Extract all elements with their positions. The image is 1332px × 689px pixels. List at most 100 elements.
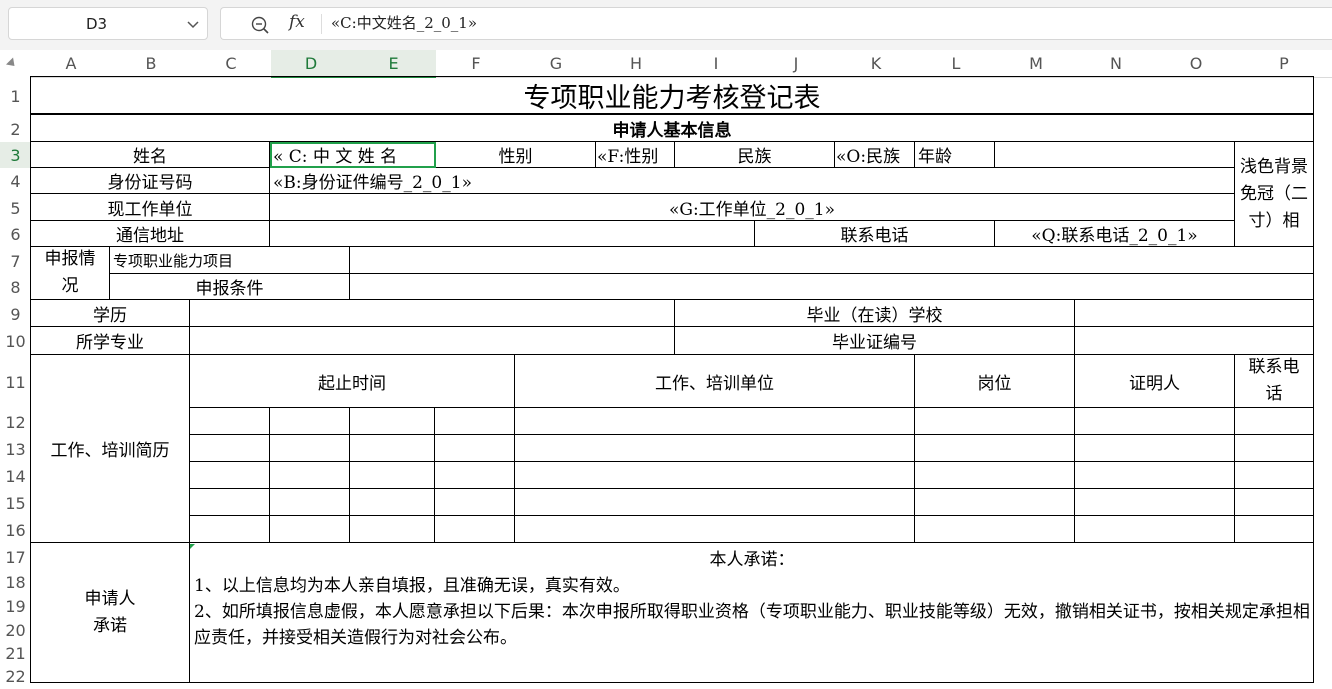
history-header-phone[interactable]: 联系电话: [1234, 354, 1314, 408]
row-header-8[interactable]: 8: [0, 274, 31, 300]
column-header-i[interactable]: I: [676, 50, 756, 78]
address-label[interactable]: 通信地址: [30, 220, 270, 247]
history-label[interactable]: 工作、培训简历: [30, 354, 190, 543]
history-cell[interactable]: [269, 434, 350, 462]
history-cell[interactable]: [349, 434, 435, 462]
history-cell[interactable]: [189, 407, 270, 435]
chevron-down-icon[interactable]: [187, 21, 199, 29]
photo-box[interactable]: 浅色背景免冠（二寸）相: [1234, 141, 1314, 247]
name-value[interactable]: « C: 中 文 姓 名: [269, 141, 436, 168]
history-cell[interactable]: [1074, 515, 1235, 543]
apply-project[interactable]: 专项职业能力项目: [109, 246, 350, 274]
history-cell[interactable]: [189, 461, 270, 489]
major-label[interactable]: 所学专业: [30, 326, 190, 355]
history-cell[interactable]: [514, 407, 915, 435]
row-header-2[interactable]: 2: [0, 115, 31, 142]
employer-value[interactable]: «G:工作单位_2_0_1»: [269, 193, 1235, 221]
phone-value[interactable]: «Q:联系电话_2_0_1»: [994, 220, 1235, 247]
history-cell[interactable]: [1234, 488, 1314, 516]
column-header-k[interactable]: K: [836, 50, 916, 78]
function-icon[interactable]: fx: [289, 12, 305, 32]
history-cell[interactable]: [1234, 434, 1314, 462]
cert-no-value[interactable]: [1074, 326, 1314, 355]
history-cell[interactable]: [269, 515, 350, 543]
history-cell[interactable]: [1074, 461, 1235, 489]
apply-project-value[interactable]: [349, 246, 1314, 274]
column-header-d[interactable]: D: [271, 50, 351, 78]
education-value[interactable]: [189, 299, 675, 327]
row-header-9[interactable]: 9: [0, 300, 31, 327]
history-cell[interactable]: [514, 488, 915, 516]
history-cell[interactable]: [189, 434, 270, 462]
column-header-n[interactable]: N: [1076, 50, 1156, 78]
history-cell[interactable]: [434, 434, 515, 462]
history-cell[interactable]: [514, 434, 915, 462]
row-header-20[interactable]: 20: [0, 618, 31, 642]
column-header-c[interactable]: C: [191, 50, 271, 78]
history-cell[interactable]: [269, 488, 350, 516]
phone-label[interactable]: 联系电话: [754, 220, 995, 247]
name-box[interactable]: D3: [8, 7, 208, 40]
column-header-m[interactable]: M: [996, 50, 1076, 78]
column-header-l[interactable]: L: [916, 50, 996, 78]
history-cell[interactable]: [269, 461, 350, 489]
history-cell[interactable]: [1234, 407, 1314, 435]
address-value[interactable]: [269, 220, 755, 247]
school-value[interactable]: [1074, 299, 1314, 327]
column-header-b[interactable]: B: [111, 50, 191, 78]
name-label[interactable]: 姓名: [30, 141, 270, 168]
history-cell[interactable]: [914, 488, 1075, 516]
row-header-5[interactable]: 5: [0, 194, 31, 221]
row-header-12[interactable]: 12: [0, 408, 31, 435]
column-header-a[interactable]: A: [31, 50, 111, 78]
row-header-13[interactable]: 13: [0, 435, 31, 462]
history-cell[interactable]: [434, 461, 515, 489]
cell-reference[interactable]: D3: [9, 8, 184, 41]
cert-no-label[interactable]: 毕业证编号: [674, 326, 1075, 355]
form-title[interactable]: 专项职业能力考核登记表: [30, 76, 1314, 114]
row-header-21[interactable]: 21: [0, 642, 31, 664]
school-label[interactable]: 毕业（在读）学校: [674, 299, 1075, 327]
history-cell[interactable]: [349, 461, 435, 489]
history-header-unit[interactable]: 工作、培训单位: [514, 354, 915, 408]
history-cell[interactable]: [189, 488, 270, 516]
column-header-p[interactable]: P: [1236, 50, 1332, 78]
history-cell[interactable]: [1074, 434, 1235, 462]
zoom-out-icon[interactable]: [251, 16, 269, 34]
row-header-17[interactable]: 17: [0, 543, 31, 570]
history-cell[interactable]: [269, 407, 350, 435]
row-header-18[interactable]: 18: [0, 570, 31, 594]
history-cell[interactable]: [349, 515, 435, 543]
row-header-10[interactable]: 10: [0, 327, 31, 355]
row-header-1[interactable]: 1: [0, 77, 31, 115]
row-header-7[interactable]: 7: [0, 247, 31, 274]
column-header-j[interactable]: J: [756, 50, 836, 78]
history-cell[interactable]: [349, 407, 435, 435]
history-cell[interactable]: [1074, 488, 1235, 516]
row-header-15[interactable]: 15: [0, 489, 31, 516]
ethnicity-value[interactable]: «O:民族: [834, 141, 915, 168]
formula-input[interactable]: «C:中文姓名_2_0_1»: [331, 8, 477, 39]
history-cell[interactable]: [189, 515, 270, 543]
row-header-4[interactable]: 4: [0, 168, 31, 194]
history-header-position[interactable]: 岗位: [914, 354, 1075, 408]
row-header-3[interactable]: 3: [0, 142, 31, 168]
history-cell[interactable]: [514, 461, 915, 489]
apply-label[interactable]: 申报情况: [30, 246, 110, 300]
history-cell[interactable]: [914, 461, 1075, 489]
row-header-16[interactable]: 16: [0, 516, 31, 543]
ethnicity-label[interactable]: 民族: [674, 141, 835, 168]
history-cell[interactable]: [434, 407, 515, 435]
employer-label[interactable]: 现工作单位: [30, 193, 270, 221]
history-cell[interactable]: [1234, 515, 1314, 543]
history-cell[interactable]: [349, 488, 435, 516]
apply-condition[interactable]: 申报条件: [109, 273, 350, 300]
history-cell[interactable]: [914, 515, 1075, 543]
gender-value[interactable]: «F:性别: [595, 141, 675, 168]
row-header-22[interactable]: 22: [0, 664, 31, 687]
history-header-period[interactable]: 起止时间: [189, 354, 515, 408]
history-cell[interactable]: [914, 434, 1075, 462]
age-label[interactable]: 年龄: [914, 141, 995, 168]
history-cell[interactable]: [434, 515, 515, 543]
history-cell[interactable]: [1074, 407, 1235, 435]
